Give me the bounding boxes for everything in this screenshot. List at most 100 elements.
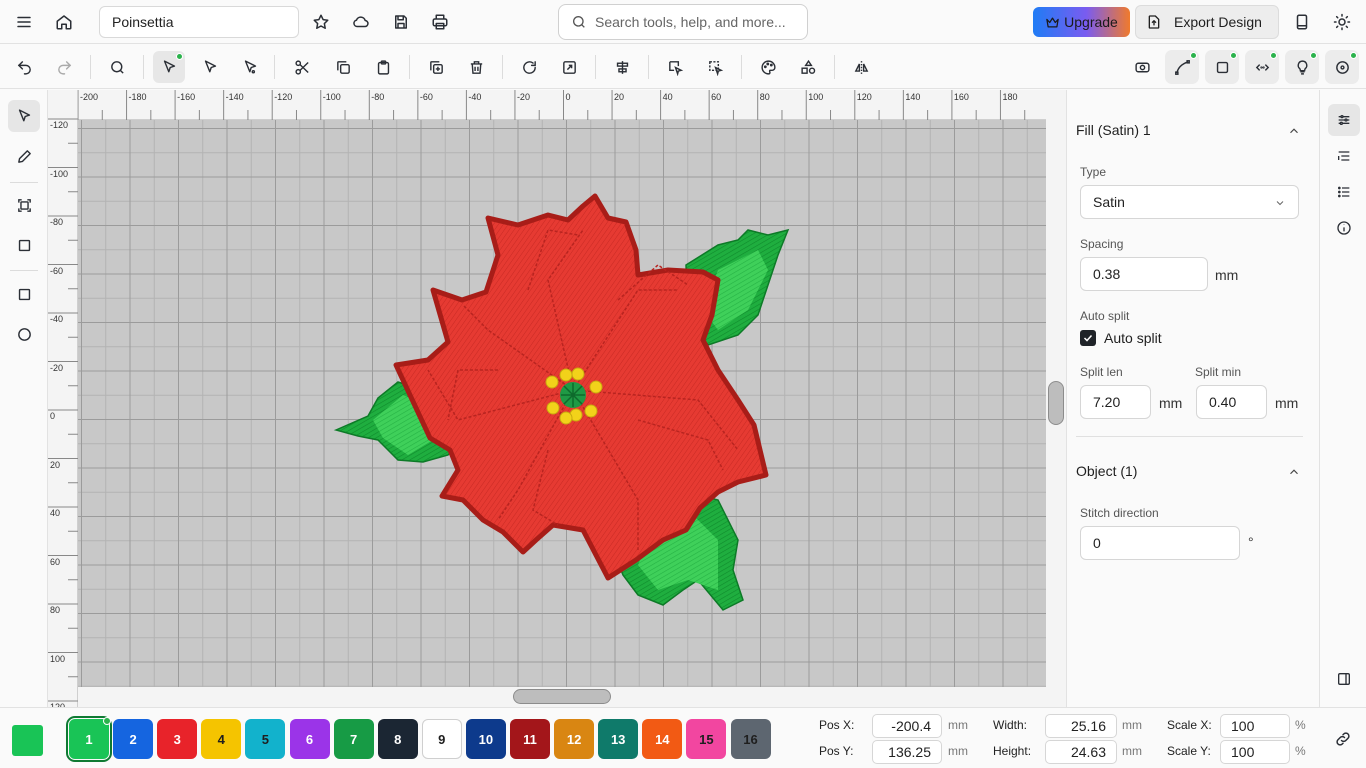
direct-select-icon[interactable] [194, 51, 226, 83]
link-icon[interactable] [1327, 723, 1359, 755]
panel-toggle-icon[interactable] [1328, 663, 1360, 695]
thread-swatch-12[interactable]: 12 [554, 719, 595, 759]
select-region-icon[interactable] [659, 51, 691, 83]
active-dot [103, 717, 111, 725]
thread-swatch-6[interactable]: 6 [289, 719, 330, 759]
save-icon[interactable] [385, 6, 417, 38]
thread-swatch-7[interactable]: 7 [333, 719, 374, 759]
select-tool-icon[interactable] [153, 51, 185, 83]
palette-icon[interactable] [752, 51, 784, 83]
duplicate-icon[interactable] [420, 51, 452, 83]
section-divider [1076, 436, 1303, 437]
thread-swatch-label: 9 [438, 731, 446, 747]
type-select[interactable]: Satin [1080, 185, 1299, 219]
paste-icon[interactable] [367, 51, 399, 83]
ruler-tick-label: 20 [614, 92, 625, 102]
stitch-direction-input[interactable]: 0 [1080, 526, 1240, 560]
menu-icon[interactable] [8, 6, 40, 38]
splitmin-unit: mm [1275, 395, 1299, 411]
rectangle-tool-icon[interactable] [8, 229, 40, 261]
search-bar[interactable]: Search tools, help, and more... [558, 4, 808, 40]
device-icon[interactable] [1286, 6, 1318, 38]
code-view-icon[interactable] [1245, 50, 1279, 84]
design-canvas[interactable] [78, 120, 1046, 687]
sun-icon[interactable] [1326, 6, 1358, 38]
lasso-select-icon[interactable] [699, 51, 731, 83]
export-design-button[interactable]: Export Design [1135, 5, 1279, 39]
thread-swatch-14[interactable]: 14 [642, 719, 683, 759]
thread-swatch-1[interactable]: 1 [66, 716, 112, 762]
copy-icon[interactable] [327, 51, 359, 83]
redo-icon[interactable] [48, 51, 80, 83]
toolbar-divider [502, 55, 503, 79]
circle-tool-icon[interactable] [8, 318, 40, 350]
height-label: Height: [993, 744, 1032, 758]
scalex-input[interactable]: 100 [1220, 714, 1290, 738]
active-dot [176, 53, 183, 60]
preview-icon[interactable] [1126, 51, 1158, 83]
thread-swatch-13[interactable]: 13 [598, 719, 639, 759]
height-input[interactable]: 24.63 [1045, 740, 1117, 764]
info-icon[interactable] [1328, 212, 1360, 244]
thread-swatch-15[interactable]: 15 [686, 719, 727, 759]
rotate-icon[interactable] [513, 51, 545, 83]
active-thread-color[interactable] [12, 725, 43, 756]
home-icon[interactable] [48, 6, 80, 38]
list-icon[interactable] [1328, 176, 1360, 208]
vertical-scrollbar[interactable] [1048, 381, 1064, 425]
thread-swatch-4[interactable]: 4 [201, 719, 242, 759]
thread-swatch-10[interactable]: 10 [465, 719, 506, 759]
thread-swatch-11[interactable]: 11 [510, 719, 550, 759]
chevron-up-icon[interactable] [1287, 124, 1301, 138]
ruler-tick-label: -60 [419, 92, 433, 102]
cut-icon[interactable] [286, 51, 318, 83]
bezier-tool-icon[interactable] [1165, 50, 1199, 84]
thread-swatch-9[interactable]: 9 [421, 719, 462, 759]
mirror-icon[interactable] [845, 51, 877, 83]
undo-icon[interactable] [8, 51, 40, 83]
transform-icon[interactable] [553, 51, 585, 83]
width-input[interactable]: 25.16 [1045, 714, 1117, 738]
spacing-input[interactable]: 0.38 [1080, 257, 1208, 291]
pointer-tool-icon[interactable] [8, 100, 40, 132]
ruler-tick-label: -80 [50, 217, 64, 227]
splitmin-input[interactable]: 0.40 [1196, 385, 1267, 419]
ruler-tick-label: -100 [322, 92, 341, 102]
align-icon[interactable] [606, 51, 638, 83]
lightbulb-icon[interactable] [1285, 50, 1319, 84]
thread-swatch-label: 14 [655, 731, 670, 747]
pen-tool-icon[interactable] [8, 140, 40, 172]
ruler-tick-label: -20 [516, 92, 530, 102]
horizontal-scrollbar[interactable] [513, 689, 611, 704]
posy-input[interactable]: 136.25 [872, 740, 942, 764]
upgrade-button[interactable]: Upgrade [1033, 7, 1130, 37]
square-view-icon[interactable] [1205, 50, 1239, 84]
cloud-icon[interactable] [345, 6, 377, 38]
thread-swatch-2[interactable]: 2 [113, 719, 154, 759]
square-tool-icon[interactable] [8, 278, 40, 310]
project-name-input[interactable]: Poinsettia [99, 6, 299, 38]
trash-icon[interactable] [460, 51, 492, 83]
ruler-tick-label: -80 [371, 92, 385, 102]
thread-swatch-16[interactable]: 16 [730, 719, 771, 759]
thread-swatch-5[interactable]: 5 [245, 719, 286, 759]
posx-input[interactable]: -200.4 [872, 714, 942, 738]
node-select-icon[interactable] [234, 51, 266, 83]
thread-swatch-3[interactable]: 3 [157, 719, 198, 759]
print-icon[interactable] [424, 6, 456, 38]
shapes-icon[interactable] [792, 51, 824, 83]
chevron-up-icon[interactable] [1287, 465, 1301, 479]
target-icon[interactable] [1325, 50, 1359, 84]
autosplit-checkbox[interactable] [1080, 330, 1096, 346]
frame-tool-icon[interactable] [8, 189, 40, 221]
sliders-icon[interactable] [1328, 104, 1360, 136]
splitlen-input[interactable]: 7.20 [1080, 385, 1151, 419]
star-icon[interactable] [305, 6, 337, 38]
scaley-input[interactable]: 100 [1220, 740, 1290, 764]
layers-list-icon[interactable] [1328, 140, 1360, 172]
thread-swatch-8[interactable]: 8 [377, 719, 418, 759]
tool-divider [10, 182, 38, 183]
zoom-icon[interactable] [101, 51, 133, 83]
autosplit-checkbox-label[interactable]: Auto split [1104, 330, 1162, 346]
poinsettia-design[interactable] [78, 120, 1046, 687]
